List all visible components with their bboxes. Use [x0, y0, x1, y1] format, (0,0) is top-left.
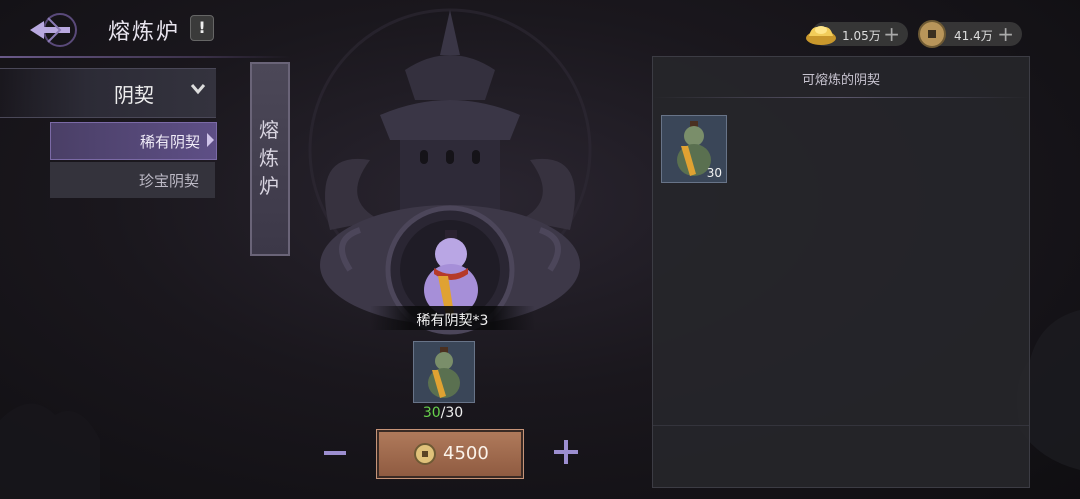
furnace-banner: 熔炼炉: [250, 62, 290, 256]
slot-count: 30/30: [400, 405, 486, 421]
panel-bottom-divider: [653, 425, 1029, 426]
smeltable-list-panel: 可熔炼的阴契 30: [652, 56, 1030, 488]
green-gourd-icon: [428, 347, 460, 398]
category-item-treasure[interactable]: 珍宝阴契: [50, 162, 215, 198]
category-item-label: 稀有阴契: [139, 133, 200, 151]
background-rocks: [0, 403, 100, 499]
category-item-rare[interactable]: 稀有阴契: [50, 122, 217, 160]
back-button[interactable]: [20, 10, 80, 50]
copper-coin-icon: [918, 20, 946, 48]
input-item-slot[interactable]: [413, 341, 475, 403]
page-title: 熔炼炉: [108, 20, 181, 45]
category-dropdown[interactable]: 阴契: [0, 68, 216, 118]
product-label: 稀有阴契*3: [416, 313, 489, 329]
panel-title: 可熔炼的阴契: [801, 73, 880, 88]
category-dropdown-label: 阴契: [114, 83, 154, 107]
gold-amount: 1.05万: [842, 29, 881, 43]
selected-arrow-icon: [207, 133, 214, 147]
smelt-cost: 4500: [443, 443, 489, 464]
coin-amount: 41.4万: [954, 29, 993, 43]
category-item-label: 珍宝阴契: [138, 172, 199, 190]
banner-text: 熔炼炉: [259, 118, 279, 198]
copper-coin-icon: [414, 443, 436, 465]
smelt-button[interactable]: 4500: [376, 429, 524, 479]
list-item[interactable]: 30: [661, 115, 727, 183]
chevron-down-icon: [190, 84, 206, 95]
panel-divider: [653, 97, 1029, 98]
add-gold-button[interactable]: +: [883, 22, 900, 46]
add-coin-button[interactable]: +: [997, 22, 1014, 46]
rare-gourd-icon: [424, 230, 478, 316]
minus-button[interactable]: [322, 440, 348, 466]
coin-currency-bar: 41.4万 +: [918, 20, 1022, 48]
title-underline: [0, 56, 290, 58]
gold-ingot-icon: [806, 26, 836, 45]
slot-count-current: 30: [422, 405, 441, 421]
info-button[interactable]: !: [190, 15, 214, 41]
plus-button[interactable]: [552, 438, 580, 466]
slot-count-required: 30: [445, 405, 464, 421]
item-quantity: 30: [706, 166, 722, 180]
gold-currency-bar: 1.05万 +: [806, 22, 908, 46]
